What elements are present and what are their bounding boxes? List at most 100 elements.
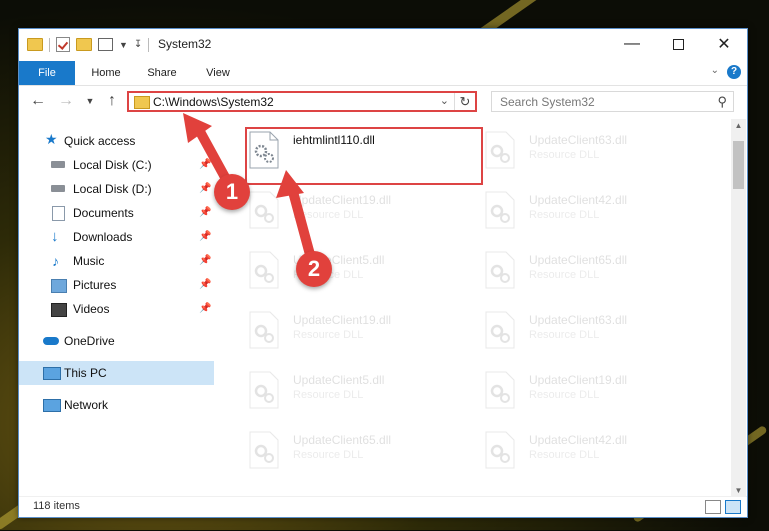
nav-label: Videos: [73, 302, 110, 316]
separator: [49, 37, 50, 52]
folder-icon: [134, 96, 150, 109]
file-tile[interactable]: UpdateClient19.dll Resource DLL: [239, 185, 467, 239]
scroll-up-icon[interactable]: ▲: [731, 121, 746, 130]
nav-item-downloads[interactable]: ↓ Downloads 📌: [19, 225, 214, 249]
pin-icon[interactable]: 📌: [199, 225, 211, 249]
nav-item-music[interactable]: ♪ Music 📌: [19, 249, 214, 273]
close-button[interactable]: ✕: [701, 29, 747, 59]
properties-icon[interactable]: [98, 38, 113, 51]
search-icon[interactable]: ⚲: [717, 94, 727, 110]
file-tile[interactable]: UpdateClient65.dll Resource DLL: [239, 425, 467, 479]
properties-check-icon[interactable]: [56, 37, 70, 52]
details-view-icon[interactable]: [705, 500, 721, 514]
file-tile[interactable]: UpdateClient42.dll Resource DLL: [475, 425, 703, 479]
nav-item-onedrive[interactable]: OneDrive: [19, 329, 214, 353]
nav-item-videos[interactable]: Videos 📌: [19, 297, 214, 321]
nav-item-quick-access[interactable]: ★ Quick access: [19, 129, 214, 153]
nav-label: This PC: [64, 366, 107, 380]
file-tile[interactable]: UpdateClient63.dll Resource DLL: [475, 125, 703, 179]
ribbon-tabs: File Home Share View ⌄ ?: [19, 61, 747, 86]
nav-item-local-disk-d[interactable]: Local Disk (D:) 📌: [19, 177, 214, 201]
pin-icon[interactable]: 📌: [199, 201, 211, 225]
nav-label: Downloads: [73, 230, 133, 244]
chevron-down-icon[interactable]: ▼: [119, 40, 128, 50]
pin-icon[interactable]: 📌: [199, 249, 211, 273]
back-arrow-icon[interactable]: ←: [29, 92, 47, 110]
file-name: UpdateClient5.dll: [293, 373, 385, 387]
expand-ribbon-icon[interactable]: ⌄: [711, 65, 719, 76]
file-type: Resource DLL: [529, 149, 600, 161]
nav-item-pictures[interactable]: Pictures 📌: [19, 273, 214, 297]
search-box[interactable]: Search System32 ⚲: [491, 91, 734, 112]
navigation-pane: ★ Quick access Local Disk (C:) 📌 Local D…: [19, 119, 214, 497]
network-icon: [43, 399, 61, 412]
search-placeholder[interactable]: Search System32: [500, 95, 595, 109]
step-2-badge: 2: [296, 251, 332, 287]
file-type: Resource DLL: [529, 209, 600, 221]
dll-file-icon: [485, 131, 515, 169]
file-type: Resource DLL: [293, 449, 364, 461]
help-icon[interactable]: ?: [727, 65, 741, 79]
pin-icon[interactable]: 📌: [199, 153, 211, 177]
tab-share[interactable]: Share: [137, 61, 187, 85]
dll-file-icon: [485, 311, 515, 349]
computer-icon: [43, 367, 61, 380]
status-bar: 118 items: [19, 496, 747, 517]
nav-label: Pictures: [73, 278, 117, 292]
up-arrow-icon[interactable]: ↑: [103, 92, 121, 110]
dll-file-icon: [249, 191, 279, 229]
pin-icon[interactable]: 📌: [199, 297, 211, 321]
music-icon: ♪: [52, 253, 59, 269]
scrollbar-thumb[interactable]: [733, 141, 744, 189]
drive-icon: [51, 185, 65, 192]
address-path[interactable]: C:\Windows\System32: [153, 95, 274, 109]
file-tile[interactable]: UpdateClient19.dll Resource DLL: [239, 305, 467, 359]
address-dropdown-icon[interactable]: ⌄: [440, 94, 449, 107]
separator: [148, 37, 150, 52]
refresh-icon[interactable]: ↻: [454, 93, 475, 110]
customize-toolbar-icon[interactable]: ↧: [134, 39, 142, 50]
document-icon: [52, 206, 65, 221]
file-type: Resource DLL: [529, 449, 600, 461]
nav-label: Local Disk (D:): [73, 182, 152, 196]
file-tile[interactable]: UpdateClient63.dll Resource DLL: [475, 305, 703, 359]
drive-icon: [51, 161, 65, 168]
new-folder-icon[interactable]: [76, 38, 92, 51]
star-icon: ★: [45, 131, 58, 147]
scroll-down-icon[interactable]: ▼: [731, 486, 746, 495]
nav-label: Music: [73, 254, 105, 268]
vertical-scrollbar[interactable]: ▲ ▼: [731, 119, 746, 497]
dll-file-icon: [485, 431, 515, 469]
file-tile[interactable]: UpdateClient65.dll Resource DLL: [475, 245, 703, 299]
file-type: Resource DLL: [529, 389, 600, 401]
dll-file-icon: [485, 191, 515, 229]
maximize-button[interactable]: [655, 29, 701, 59]
nav-item-local-disk-c[interactable]: Local Disk (C:) 📌: [19, 153, 214, 177]
file-tile[interactable]: UpdateClient19.dll Resource DLL: [475, 365, 703, 419]
pin-icon[interactable]: 📌: [199, 177, 211, 201]
file-tile[interactable]: UpdateClient5.dll Resource DLL: [239, 245, 467, 299]
nav-item-this-pc[interactable]: This PC: [19, 361, 214, 385]
file-type: Resource DLL: [529, 269, 600, 281]
dll-file-icon: [249, 371, 279, 409]
recent-locations-chevron-icon[interactable]: ▼: [81, 92, 99, 110]
minimize-button[interactable]: —: [609, 29, 655, 59]
file-list: iehtmlintl110.dll UpdateClient19.dll Res…: [231, 119, 733, 497]
window-title: System32: [158, 37, 212, 51]
tab-view[interactable]: View: [193, 61, 243, 85]
file-tile[interactable]: UpdateClient42.dll Resource DLL: [475, 185, 703, 239]
file-type: Resource DLL: [529, 329, 600, 341]
file-tile[interactable]: UpdateClient5.dll Resource DLL: [239, 365, 467, 419]
nav-item-network[interactable]: Network: [19, 393, 214, 417]
file-type: Resource DLL: [293, 389, 364, 401]
forward-arrow-icon[interactable]: →: [57, 92, 75, 110]
file-type: Resource DLL: [293, 209, 364, 221]
large-icons-view-icon[interactable]: [725, 500, 741, 514]
pin-icon[interactable]: 📌: [199, 273, 211, 297]
nav-item-documents[interactable]: Documents 📌: [19, 201, 214, 225]
address-bar[interactable]: C:\Windows\System32 ⌄ ↻: [127, 91, 477, 112]
dll-file-icon: [249, 311, 279, 349]
file-highlight-box: [245, 127, 483, 185]
tab-home[interactable]: Home: [81, 61, 131, 85]
tab-file[interactable]: File: [19, 61, 75, 85]
